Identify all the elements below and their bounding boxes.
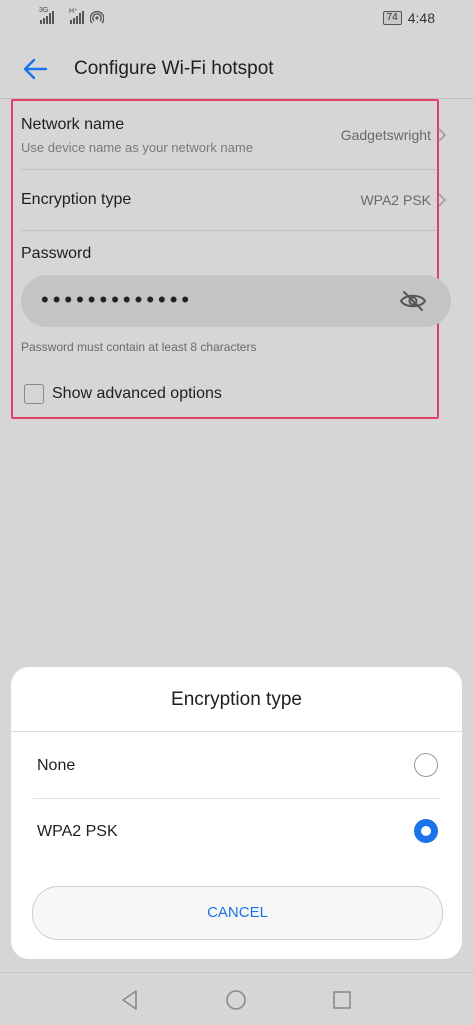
status-bar: 3G H⁺ 74 4:48 [0, 0, 473, 36]
eye-off-icon[interactable] [399, 289, 427, 313]
network-name-value: Gadgetswright [340, 127, 431, 143]
radio-selected-icon[interactable] [414, 819, 438, 843]
option-wpa2-label: WPA2 PSK [37, 823, 118, 840]
status-icons-left: 3G H⁺ [39, 7, 104, 24]
nav-home-icon[interactable] [225, 989, 247, 1011]
encryption-type-value: WPA2 PSK [360, 192, 431, 208]
divider [21, 230, 437, 231]
sim2-network-label: H⁺ [69, 8, 78, 15]
hotspot-icon [90, 10, 104, 24]
status-icons-right: 74 4:48 [382, 10, 435, 26]
app-bar: Configure Wi-Fi hotspot [0, 40, 473, 99]
password-field[interactable]: ••••••••••••• [21, 275, 451, 327]
dialog-divider [11, 731, 462, 732]
signal-sim2-icon: H⁺ [69, 8, 84, 24]
option-wpa2-psk[interactable]: WPA2 PSK [11, 801, 462, 863]
network-name-row[interactable]: Network name Use device name as your net… [21, 116, 449, 166]
advanced-options-checkbox[interactable] [24, 384, 44, 404]
divider [21, 169, 437, 170]
option-none-label: None [37, 757, 76, 774]
page-title: Configure Wi-Fi hotspot [74, 58, 274, 79]
dialog-title: Encryption type [171, 689, 302, 710]
navigation-bar [0, 972, 473, 1025]
nav-recents-icon[interactable] [331, 989, 353, 1011]
status-time: 4:48 [407, 10, 435, 26]
chevron-right-icon [438, 128, 447, 142]
password-hint: Password must contain at least 8 charact… [21, 340, 257, 354]
option-none[interactable]: None [11, 735, 462, 797]
password-label: Password [21, 245, 92, 262]
chevron-right-icon [438, 193, 447, 207]
battery-icon: 74 [382, 11, 402, 25]
signal-sim1-icon: 3G [39, 7, 54, 24]
show-advanced-options[interactable]: Show advanced options [24, 384, 222, 404]
sim1-network-label: 3G [39, 7, 49, 14]
option-divider [33, 798, 440, 799]
cancel-button[interactable]: CANCEL [32, 886, 443, 940]
advanced-options-label: Show advanced options [52, 385, 222, 402]
password-masked-value: ••••••••••••• [41, 287, 194, 312]
encryption-type-row[interactable]: Encryption type WPA2 PSK [21, 191, 449, 215]
nav-back-icon[interactable] [119, 989, 141, 1011]
radio-unselected-icon[interactable] [414, 753, 438, 777]
back-arrow-icon[interactable] [18, 54, 52, 84]
encryption-type-dialog: Encryption type None WPA2 PSK CANCEL [11, 667, 462, 959]
